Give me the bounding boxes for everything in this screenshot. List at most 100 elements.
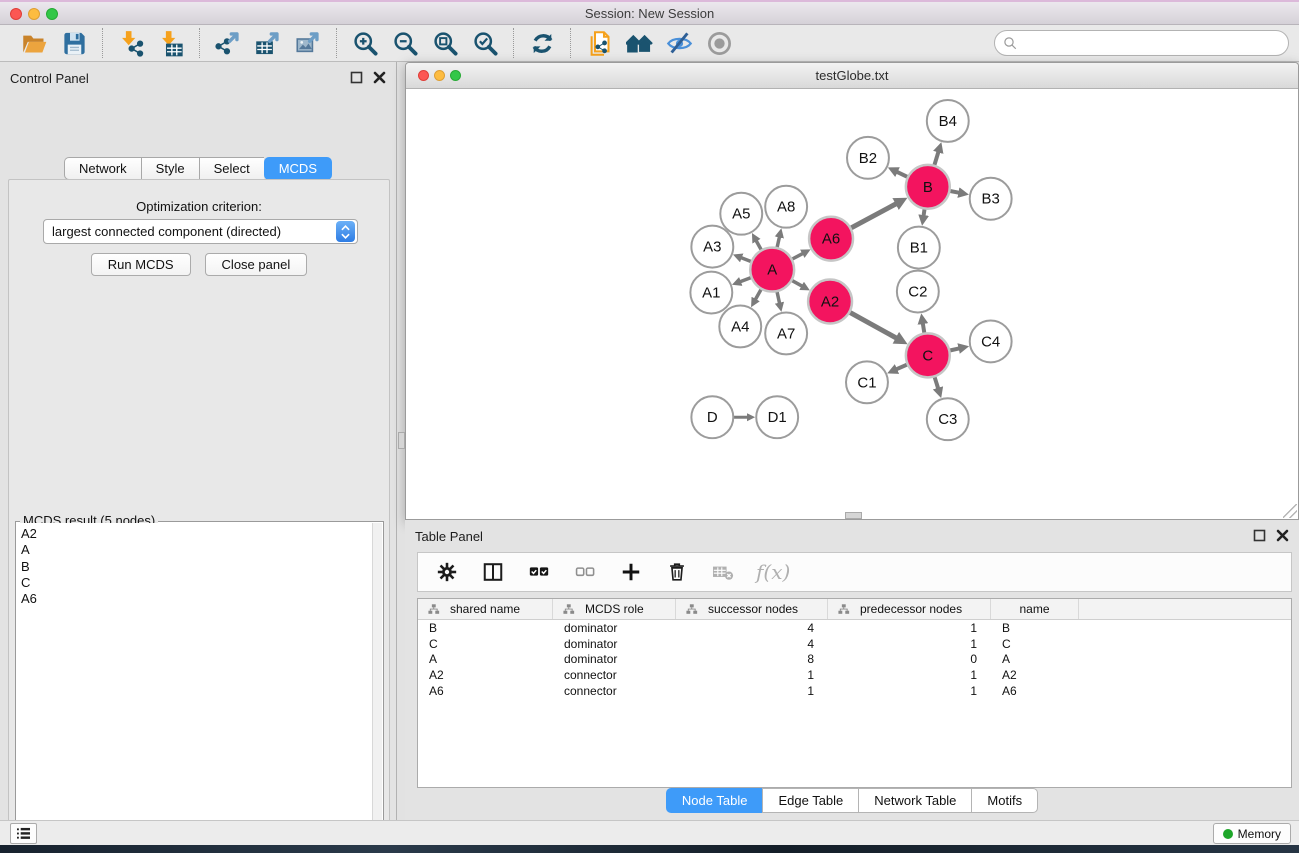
edge-A-A7[interactable] bbox=[777, 291, 780, 303]
cell-successor-nodes[interactable]: 4 bbox=[676, 637, 828, 651]
node-A[interactable]: A bbox=[750, 248, 794, 292]
new-network-button[interactable] bbox=[579, 27, 619, 59]
node-C1[interactable]: C1 bbox=[846, 361, 888, 403]
close-panel-button[interactable]: Close panel bbox=[205, 253, 308, 276]
edge-C-C2[interactable] bbox=[923, 323, 925, 333]
node-A7[interactable]: A7 bbox=[765, 312, 807, 354]
search-input[interactable] bbox=[1018, 36, 1288, 51]
network-canvas[interactable]: A5 A8 A3 A1 A4 A7 A A6 A2 B B2 B4 B3 B1 … bbox=[406, 89, 1298, 519]
edge-A2-C[interactable] bbox=[849, 312, 896, 338]
horizontal-divider-handle[interactable] bbox=[845, 512, 862, 519]
node-table[interactable]: shared name MCDS role successor nodes pr… bbox=[417, 598, 1292, 788]
mcds-result-item[interactable]: A6 bbox=[21, 591, 372, 607]
mcds-result-item[interactable]: B bbox=[21, 559, 372, 575]
tab-mcds[interactable]: MCDS bbox=[264, 157, 332, 180]
column-header-predecessor-nodes[interactable]: predecessor nodes bbox=[828, 599, 991, 619]
add-button[interactable] bbox=[618, 559, 644, 585]
edge-A-A4[interactable] bbox=[755, 289, 761, 300]
tab-edge-table[interactable]: Edge Table bbox=[762, 788, 858, 813]
float-panel-icon[interactable] bbox=[350, 71, 363, 84]
import-table-button[interactable] bbox=[151, 27, 191, 59]
cell-shared-name[interactable]: A bbox=[418, 652, 553, 666]
cell-successor-nodes[interactable]: 1 bbox=[676, 684, 828, 698]
mcds-result-scrollbar[interactable] bbox=[372, 523, 382, 853]
hide-selected-button[interactable] bbox=[659, 27, 699, 59]
cell-predecessor-nodes[interactable]: 1 bbox=[828, 621, 991, 635]
cell-predecessor-nodes[interactable]: 0 bbox=[828, 652, 991, 666]
edge-A-A6[interactable] bbox=[792, 254, 803, 260]
cell-predecessor-nodes[interactable]: 1 bbox=[828, 637, 991, 651]
run-mcds-button[interactable]: Run MCDS bbox=[91, 253, 191, 276]
export-network-button[interactable] bbox=[208, 27, 248, 59]
cell-name[interactable]: A2 bbox=[991, 668, 1079, 682]
table-row[interactable]: A6connector11A6 bbox=[418, 683, 1291, 699]
refresh-button[interactable] bbox=[522, 27, 562, 59]
zoom-out-button[interactable] bbox=[385, 27, 425, 59]
edge-B-B4[interactable] bbox=[934, 152, 938, 166]
float-table-panel-icon[interactable] bbox=[1253, 529, 1266, 542]
column-header-shared-name[interactable]: shared name bbox=[418, 599, 553, 619]
edge-C-C3[interactable] bbox=[934, 376, 938, 388]
unselect-all-button[interactable] bbox=[572, 559, 598, 585]
function-builder-button[interactable]: f(x) bbox=[756, 560, 790, 584]
zoom-in-button[interactable] bbox=[345, 27, 385, 59]
cell-shared-name[interactable]: C bbox=[418, 637, 553, 651]
cell-MCDS-role[interactable]: connector bbox=[553, 668, 676, 682]
node-B2[interactable]: B2 bbox=[847, 137, 889, 179]
zoom-fit-button[interactable] bbox=[425, 27, 465, 59]
mcds-result-list[interactable]: A2ABCA6 bbox=[17, 523, 372, 853]
node-A3[interactable]: A3 bbox=[691, 226, 733, 268]
edge-A-A5[interactable] bbox=[756, 241, 761, 251]
node-B[interactable]: B bbox=[906, 165, 950, 209]
cell-shared-name[interactable]: A2 bbox=[418, 668, 553, 682]
edge-C-C4[interactable] bbox=[949, 348, 959, 350]
task-history-button[interactable] bbox=[10, 823, 37, 844]
column-header-name[interactable]: name bbox=[991, 599, 1079, 619]
export-image-button[interactable] bbox=[288, 27, 328, 59]
node-B1[interactable]: B1 bbox=[898, 227, 940, 269]
cell-MCDS-role[interactable]: dominator bbox=[553, 637, 676, 651]
delete-table-button[interactable] bbox=[710, 559, 736, 585]
cell-MCDS-role[interactable]: connector bbox=[553, 684, 676, 698]
edge-A-A3[interactable] bbox=[741, 258, 751, 262]
tab-network[interactable]: Network bbox=[64, 157, 141, 180]
edge-A6-B[interactable] bbox=[850, 204, 896, 229]
save-button[interactable] bbox=[54, 27, 94, 59]
node-C2[interactable]: C2 bbox=[897, 271, 939, 313]
cell-name[interactable]: C bbox=[991, 637, 1079, 651]
export-table-button[interactable] bbox=[248, 27, 288, 59]
edge-B-B2[interactable] bbox=[897, 172, 908, 177]
edge-B-B3[interactable] bbox=[949, 191, 959, 193]
cell-successor-nodes[interactable]: 1 bbox=[676, 668, 828, 682]
close-table-panel-icon[interactable] bbox=[1276, 529, 1289, 542]
table-row[interactable]: Cdominator41C bbox=[418, 636, 1291, 652]
tab-motifs[interactable]: Motifs bbox=[971, 788, 1038, 813]
cell-predecessor-nodes[interactable]: 1 bbox=[828, 684, 991, 698]
gear-button[interactable] bbox=[434, 559, 460, 585]
edge-A-A8[interactable] bbox=[777, 237, 779, 248]
mcds-result-item[interactable]: C bbox=[21, 575, 372, 591]
node-A4[interactable]: A4 bbox=[719, 305, 761, 347]
tab-network-table[interactable]: Network Table bbox=[858, 788, 971, 813]
tab-select[interactable]: Select bbox=[199, 157, 264, 180]
node-A8[interactable]: A8 bbox=[765, 186, 807, 228]
cell-shared-name[interactable]: B bbox=[418, 621, 553, 635]
table-row[interactable]: Bdominator41B bbox=[418, 620, 1291, 636]
node-C4[interactable]: C4 bbox=[970, 320, 1012, 362]
import-network-button[interactable] bbox=[111, 27, 151, 59]
resize-grip-icon[interactable] bbox=[1283, 504, 1297, 518]
optimization-criterion-dropdown[interactable]: largest connected component (directed) bbox=[43, 219, 358, 244]
tab-style[interactable]: Style bbox=[141, 157, 199, 180]
memory-button[interactable]: Memory bbox=[1213, 823, 1291, 844]
search-box[interactable] bbox=[994, 30, 1289, 56]
trash-button[interactable] bbox=[664, 559, 690, 585]
node-A5[interactable]: A5 bbox=[720, 193, 762, 235]
cell-successor-nodes[interactable]: 4 bbox=[676, 621, 828, 635]
cell-name[interactable]: A bbox=[991, 652, 1079, 666]
cell-shared-name[interactable]: A6 bbox=[418, 684, 553, 698]
show-all-button[interactable] bbox=[699, 27, 739, 59]
select-all-button[interactable] bbox=[526, 559, 552, 585]
node-B3[interactable]: B3 bbox=[970, 178, 1012, 220]
cell-name[interactable]: B bbox=[991, 621, 1079, 635]
node-A2[interactable]: A2 bbox=[808, 280, 852, 324]
